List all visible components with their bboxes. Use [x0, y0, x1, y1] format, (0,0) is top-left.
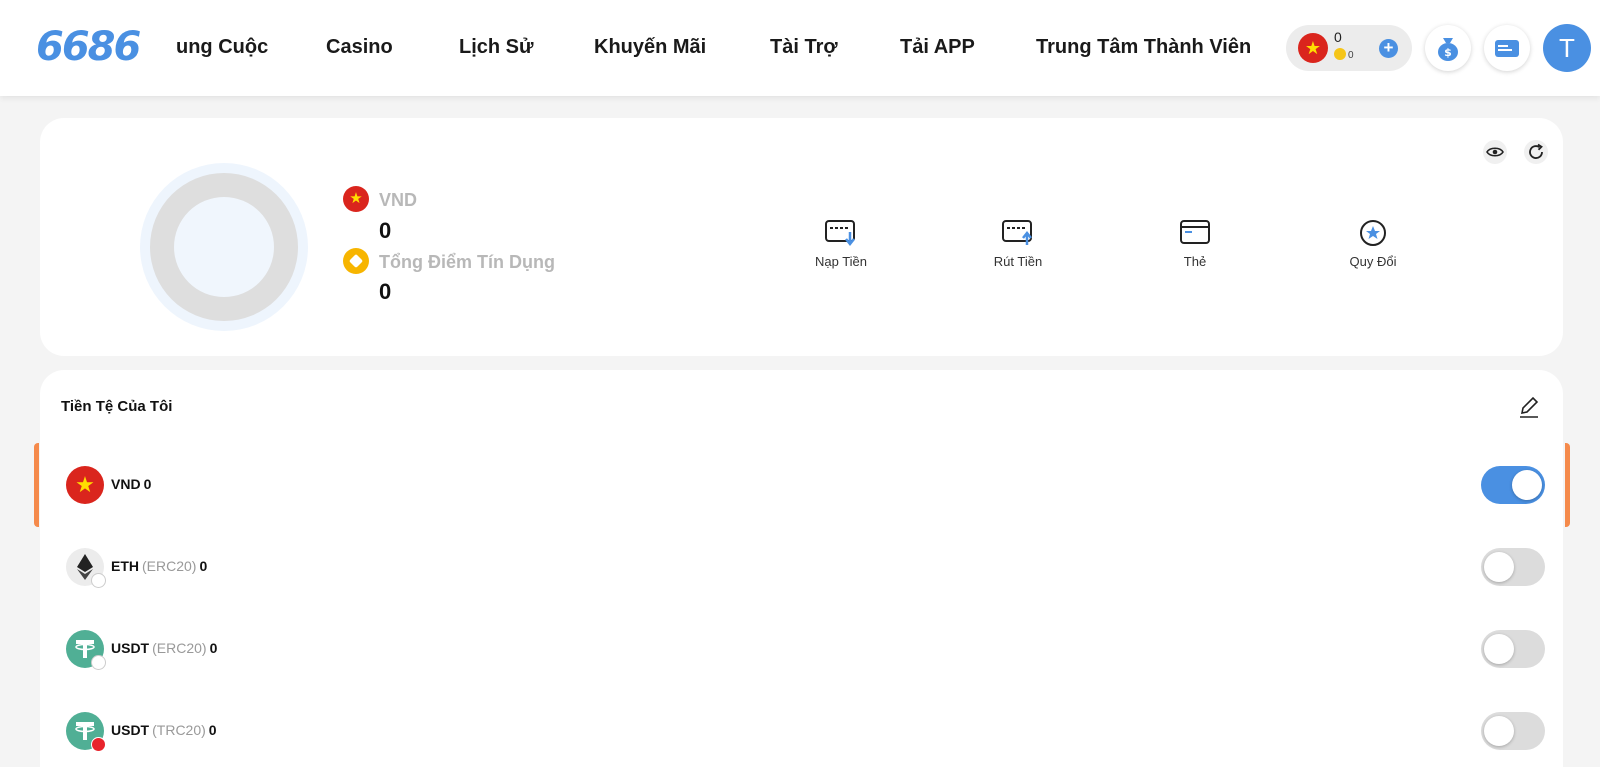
withdraw-button[interactable]: Rút Tiền — [963, 218, 1073, 269]
erc20-badge-icon — [91, 573, 106, 588]
edit-currencies-button[interactable] — [1516, 394, 1542, 425]
vnd-coin-icon: ★ — [66, 466, 104, 504]
card-icon — [1495, 40, 1519, 57]
exchange-label: Quy Đổi — [1349, 254, 1397, 269]
eye-icon — [1486, 147, 1504, 157]
erc20-badge-icon — [91, 655, 106, 670]
currency-code: USDT — [111, 640, 150, 656]
money-bag-button[interactable]: $ — [1425, 25, 1471, 71]
vnd-flag-icon: ★ — [343, 186, 369, 212]
currency-code: USDT — [111, 722, 150, 738]
eth-coin-icon — [66, 548, 106, 588]
currency-amount: 0 — [143, 476, 152, 492]
usdt-coin-icon — [66, 630, 106, 670]
toggle-visibility-button[interactable] — [1483, 140, 1507, 164]
credit-points-value: 0 — [379, 279, 392, 304]
refresh-icon — [1529, 143, 1543, 159]
nav-item-promotions[interactable]: Khuyến Mãi — [594, 36, 706, 59]
balance-ring-chart — [140, 163, 308, 331]
currency-amount: 0 — [208, 722, 217, 738]
currency-toggle-usdt-trc20[interactable] — [1481, 712, 1545, 750]
vietnam-flag-icon: ★ — [1298, 33, 1328, 63]
currency-code: ETH — [111, 558, 139, 574]
main-nav: ung Cuộc Casino Lịch Sử Khuyến Mãi Tài T… — [176, 0, 1256, 96]
nav-item-betting[interactable]: ung Cuộc — [176, 36, 268, 59]
wallet-currency-label: VND — [379, 190, 418, 210]
deposit-button[interactable]: Nạp Tiền — [786, 218, 896, 269]
user-avatar[interactable]: T — [1543, 24, 1591, 72]
deposit-card-icon — [825, 220, 855, 247]
currency-row-eth-erc20[interactable]: ETH (ERC20) 0 — [40, 526, 1563, 608]
currency-code: VND — [111, 476, 141, 492]
nav-item-download-app[interactable]: Tải APP — [900, 36, 975, 59]
nav-item-history[interactable]: Lịch Sử — [459, 36, 534, 59]
exchange-star-icon — [1360, 220, 1386, 246]
my-currencies-title: Tiền Tệ Của Tôi — [61, 398, 173, 415]
coin-icon — [1334, 48, 1346, 60]
currency-network: (TRC20) — [152, 722, 206, 738]
header-coin-amount: 0 — [1348, 50, 1354, 61]
nav-item-member-center[interactable]: Trung Tâm Thành Viên — [1036, 36, 1251, 59]
wallet-currency-value: 0 — [379, 218, 392, 243]
currency-network: (ERC20) — [142, 558, 197, 574]
nav-item-casino[interactable]: Casino — [326, 36, 393, 59]
credit-points-label: Tổng Điểm Tín Dụng — [379, 252, 555, 272]
currency-row-usdt-trc20[interactable]: USDT (TRC20) 0 — [40, 690, 1563, 767]
top-header: 6686 ung Cuộc Casino Lịch Sử Khuyến Mãi … — [0, 0, 1600, 96]
card-button[interactable]: Thẻ — [1140, 218, 1250, 269]
currency-toggle-usdt-erc20[interactable] — [1481, 630, 1545, 668]
deposit-label: Nạp Tiền — [814, 254, 868, 269]
wallet-summary-card: ★ VND 0 Tổng Điểm Tín Dụng 0 Nạp Tiền Rú… — [40, 118, 1563, 356]
nav-item-sponsorship[interactable]: Tài Trợ — [770, 36, 838, 59]
balance-pill[interactable]: ★ 0 0 + — [1286, 25, 1412, 71]
trc20-badge-icon — [91, 737, 106, 752]
credit-diamond-icon — [343, 248, 369, 274]
currency-toggle-vnd[interactable] — [1481, 466, 1545, 504]
currency-row-usdt-erc20[interactable]: USDT (ERC20) 0 — [40, 608, 1563, 690]
currency-row-vnd[interactable]: ★ VND 0 — [40, 444, 1563, 526]
currency-toggle-eth-erc20[interactable] — [1481, 548, 1545, 586]
site-logo[interactable]: 6686 — [36, 24, 141, 70]
pencil-icon — [1520, 396, 1539, 418]
card-icon — [1180, 220, 1210, 244]
svg-text:$: $ — [1444, 46, 1452, 59]
usdt-coin-icon — [66, 712, 106, 752]
money-bag-icon: $ — [1438, 38, 1458, 61]
exchange-button[interactable]: Quy Đổi — [1318, 218, 1428, 269]
header-balance-amount: 0 — [1334, 29, 1342, 45]
refresh-button[interactable] — [1524, 140, 1548, 164]
currency-amount: 0 — [199, 558, 208, 574]
add-funds-button[interactable]: + — [1379, 39, 1398, 58]
wallet-card-button[interactable] — [1484, 25, 1530, 71]
withdraw-card-icon — [1002, 220, 1032, 245]
withdraw-label: Rút Tiền — [993, 254, 1043, 269]
currency-amount: 0 — [209, 640, 218, 656]
currency-network: (ERC20) — [152, 640, 207, 656]
card-label: Thẻ — [1183, 254, 1207, 269]
